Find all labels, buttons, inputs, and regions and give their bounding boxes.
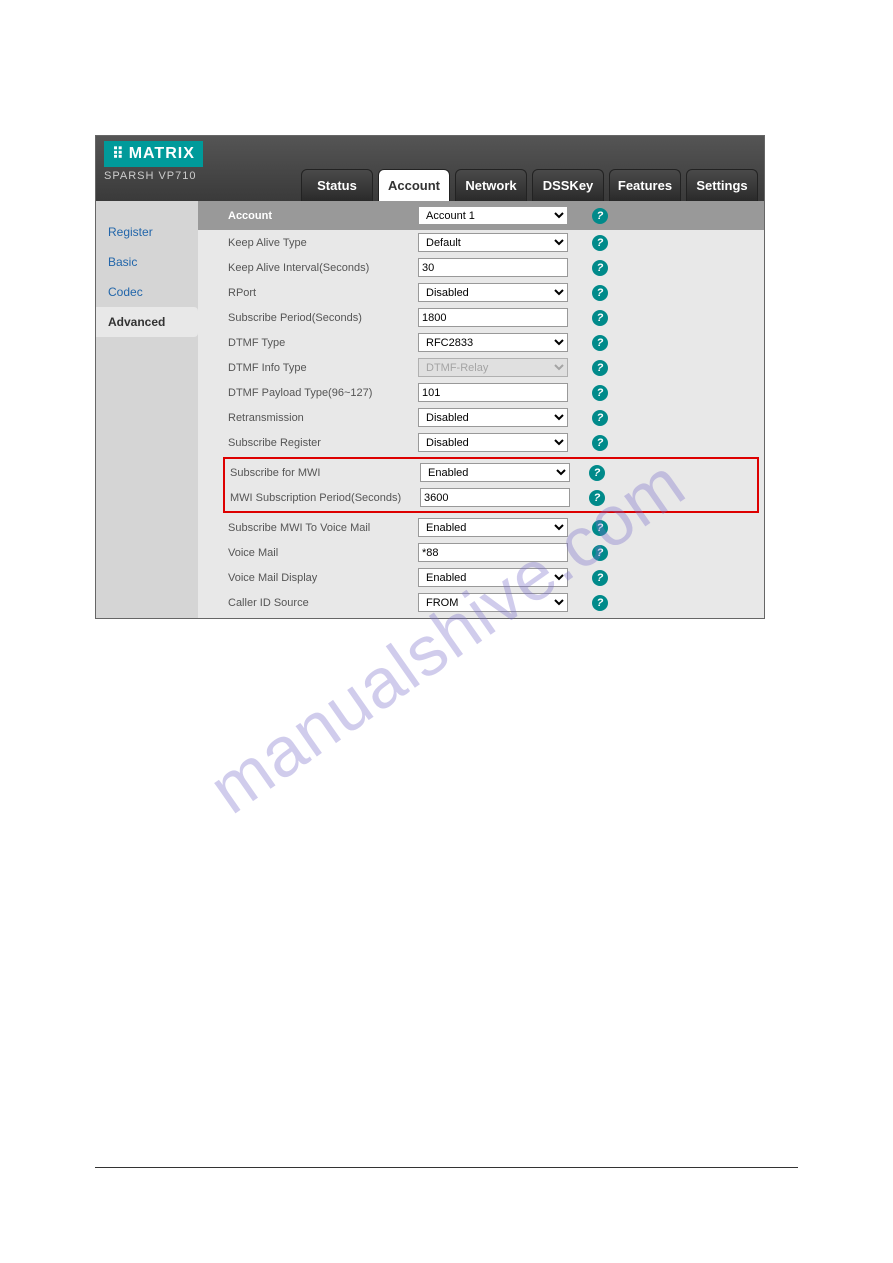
tab-features[interactable]: Features [609, 169, 681, 201]
select-retransmission[interactable]: Disabled [418, 408, 568, 427]
row-subscribe-period: Subscribe Period(Seconds) ? [198, 305, 764, 330]
select-caller-id-source[interactable]: FROM [418, 593, 568, 612]
select-rport[interactable]: Disabled [418, 283, 568, 302]
row-dtmf-payload: DTMF Payload Type(96~127) ? [198, 380, 764, 405]
row-caller-id-source: Caller ID Source FROM ? [198, 590, 764, 618]
row-voice-mail: Voice Mail ? [198, 540, 764, 565]
row-keepalive-interval: Keep Alive Interval(Seconds) ? [198, 255, 764, 280]
select-voice-mail-display[interactable]: Enabled [418, 568, 568, 587]
row-mwi-period: MWI Subscription Period(Seconds) ? [225, 485, 757, 510]
row-subscribe-mwi-vm: Subscribe MWI To Voice Mail Enabled ? [198, 515, 764, 540]
label-subscribe-mwi: Subscribe for MWI [230, 467, 420, 479]
input-keepalive-interval[interactable] [418, 258, 568, 277]
main-tabs: Status Account Network DSSKey Features S… [301, 169, 758, 201]
content-pane: Account Account 1 ? Keep Alive Type Defa… [198, 201, 764, 618]
brand-block: ⠿MATRIX SPARSH VP710 [104, 141, 203, 182]
label-dtmf-info-type: DTMF Info Type [228, 362, 418, 374]
help-icon[interactable]: ? [592, 208, 608, 224]
label-subscribe-register: Subscribe Register [228, 437, 418, 449]
help-icon[interactable]: ? [592, 435, 608, 451]
product-name: SPARSH VP710 [104, 170, 203, 182]
help-icon[interactable]: ? [589, 490, 605, 506]
sidebar-item-register[interactable]: Register [96, 217, 198, 247]
tab-status[interactable]: Status [301, 169, 373, 201]
sidebar-item-basic[interactable]: Basic [96, 247, 198, 277]
label-voice-mail-display: Voice Mail Display [228, 572, 418, 584]
label-dtmf-type: DTMF Type [228, 337, 418, 349]
sidebar-item-codec[interactable]: Codec [96, 277, 198, 307]
label-retransmission: Retransmission [228, 412, 418, 424]
tab-dsskey[interactable]: DSSKey [532, 169, 604, 201]
help-icon[interactable]: ? [592, 520, 608, 536]
input-voice-mail[interactable] [418, 543, 568, 562]
label-account: Account [228, 210, 418, 222]
label-dtmf-payload: DTMF Payload Type(96~127) [228, 387, 418, 399]
row-retransmission: Retransmission Disabled ? [198, 405, 764, 430]
select-subscribe-register[interactable]: Disabled [418, 433, 568, 452]
select-dtmf-info-type: DTMF-Relay [418, 358, 568, 377]
select-account[interactable]: Account 1 [418, 206, 568, 225]
help-icon[interactable]: ? [592, 385, 608, 401]
footer-divider [95, 1167, 798, 1168]
label-keepalive-interval: Keep Alive Interval(Seconds) [228, 262, 418, 274]
label-caller-id-source: Caller ID Source [228, 597, 418, 609]
label-keepalive-type: Keep Alive Type [228, 237, 418, 249]
admin-panel: ⠿MATRIX SPARSH VP710 Status Account Netw… [95, 135, 765, 619]
brand-logo: ⠿MATRIX [104, 141, 203, 167]
sidebar: Register Basic Codec Advanced [96, 201, 198, 618]
row-subscribe-mwi: Subscribe for MWI Enabled ? [225, 460, 757, 485]
highlighted-mwi-group: Subscribe for MWI Enabled ? MWI Subscrip… [223, 457, 759, 513]
select-keepalive-type[interactable]: Default [418, 233, 568, 252]
select-subscribe-mwi[interactable]: Enabled [420, 463, 570, 482]
body-area: Register Basic Codec Advanced Account Ac… [96, 201, 764, 618]
label-subscribe-mwi-vm: Subscribe MWI To Voice Mail [228, 522, 418, 534]
help-icon[interactable]: ? [592, 545, 608, 561]
help-icon[interactable]: ? [592, 260, 608, 276]
label-voice-mail: Voice Mail [228, 547, 418, 559]
help-icon[interactable]: ? [592, 285, 608, 301]
sidebar-item-advanced[interactable]: Advanced [96, 307, 198, 337]
help-icon[interactable]: ? [589, 465, 605, 481]
input-subscribe-period[interactable] [418, 308, 568, 327]
header-bar: ⠿MATRIX SPARSH VP710 Status Account Netw… [96, 136, 764, 201]
tab-network[interactable]: Network [455, 169, 527, 201]
help-icon[interactable]: ? [592, 310, 608, 326]
help-icon[interactable]: ? [592, 335, 608, 351]
label-mwi-period: MWI Subscription Period(Seconds) [230, 492, 420, 504]
help-icon[interactable]: ? [592, 570, 608, 586]
row-dtmf-type: DTMF Type RFC2833 ? [198, 330, 764, 355]
tab-account[interactable]: Account [378, 169, 450, 201]
help-icon[interactable]: ? [592, 595, 608, 611]
row-voice-mail-display: Voice Mail Display Enabled ? [198, 565, 764, 590]
row-subscribe-register: Subscribe Register Disabled ? [198, 430, 764, 455]
row-dtmf-info-type: DTMF Info Type DTMF-Relay ? [198, 355, 764, 380]
select-dtmf-type[interactable]: RFC2833 [418, 333, 568, 352]
input-mwi-period[interactable] [420, 488, 570, 507]
input-dtmf-payload[interactable] [418, 383, 568, 402]
help-icon[interactable]: ? [592, 360, 608, 376]
row-keepalive-type: Keep Alive Type Default ? [198, 230, 764, 255]
help-icon[interactable]: ? [592, 410, 608, 426]
label-rport: RPort [228, 287, 418, 299]
label-subscribe-period: Subscribe Period(Seconds) [228, 312, 418, 324]
tab-settings[interactable]: Settings [686, 169, 758, 201]
row-rport: RPort Disabled ? [198, 280, 764, 305]
select-subscribe-mwi-vm[interactable]: Enabled [418, 518, 568, 537]
row-account-header: Account Account 1 ? [198, 201, 764, 230]
help-icon[interactable]: ? [592, 235, 608, 251]
